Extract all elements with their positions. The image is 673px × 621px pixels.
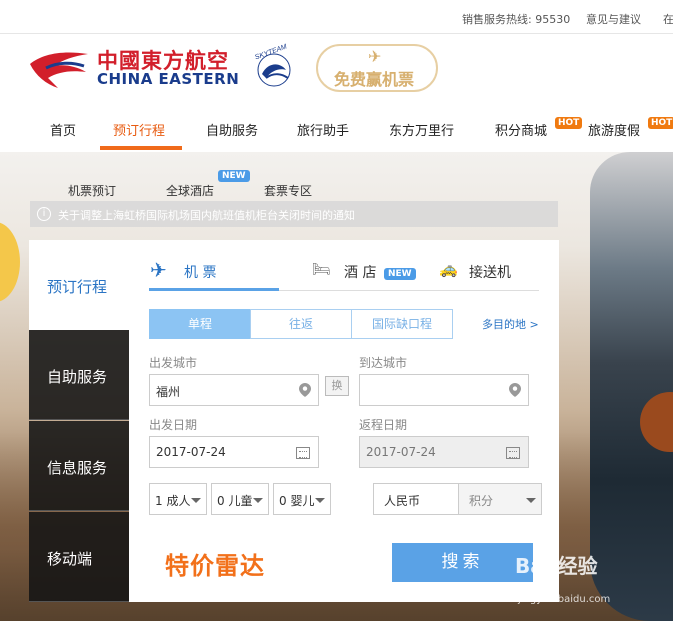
info-icon: i	[37, 207, 51, 221]
subnav-packages[interactable]: 套票专区	[264, 182, 312, 199]
side-tab-label: 移动端	[47, 550, 93, 568]
currency-value: 人民币	[384, 494, 421, 508]
main-navigation: 首页 预订行程 自助服务 旅行助手 东方万里行 积分商城 HOT 旅游度假 HO…	[0, 106, 673, 152]
booking-panel: ✈ 机 票 🛏 酒 店 NEW 🚕 接送机 单程 往返 国际缺口程 多目的地 >…	[129, 240, 559, 602]
calendar-icon	[506, 447, 520, 459]
chevron-down-icon	[526, 498, 536, 503]
to-city-label: 到达城市	[359, 356, 408, 370]
side-tab-mobile[interactable]: 移动端	[29, 512, 129, 602]
trip-type-one-way[interactable]: 单程	[149, 309, 251, 339]
tab-active-indicator	[149, 288, 279, 291]
currency-cash-option[interactable]: 人民币	[373, 483, 459, 515]
nav-self-service[interactable]: 自助服务	[206, 120, 258, 139]
free-ticket-promo-badge[interactable]: ✈ 免费赢机票	[316, 44, 438, 92]
side-tab-booking[interactable]: 预订行程	[29, 240, 129, 330]
skyteam-wordmark: SKYTEAM	[254, 43, 288, 61]
side-tab-info-service[interactable]: 信息服务	[29, 421, 129, 511]
children-select[interactable]: 0 儿童	[211, 483, 269, 515]
nav-active-indicator	[100, 146, 182, 150]
airplane-icon: ✈	[150, 258, 167, 282]
nav-points-mall[interactable]: 积分商城 HOT	[495, 117, 583, 139]
china-eastern-bird-logo-icon[interactable]	[28, 44, 90, 90]
tab-transfer-label: 接送机	[469, 265, 511, 281]
nav-booking[interactable]: 预订行程	[113, 120, 165, 139]
side-tab-self-service[interactable]: 自助服务	[29, 330, 129, 420]
notice-text: 关于调整上海虹桥国际机场国内航班值机柜台关闭时间的通知	[58, 209, 355, 222]
trip-type-open-jaw[interactable]: 国际缺口程	[351, 309, 453, 339]
topbar-more-link[interactable]: 在	[663, 11, 673, 27]
swap-cities-button[interactable]: 换	[325, 376, 349, 396]
depart-date-input[interactable]: 2017-07-24	[149, 436, 319, 468]
from-city-value: 福州	[156, 385, 181, 399]
tab-flights-label: 机 票	[184, 265, 217, 281]
return-date-label: 返程日期	[359, 418, 408, 432]
multi-destination-link[interactable]: 多目的地 >	[482, 316, 539, 332]
brand-header: 中國東方航空 CHINA EASTERN SKYTEAM ✈ 免费赢机票	[28, 40, 448, 96]
tab-transfer[interactable]: 🚕 接送机	[439, 260, 511, 282]
chevron-down-icon	[253, 498, 263, 503]
hot-badge: HOT	[648, 117, 673, 129]
return-date-value: 2017-07-24	[366, 445, 436, 459]
tab-flights[interactable]: ✈ 机 票	[150, 258, 217, 282]
special-fare-radar-link[interactable]: 特价雷达	[165, 546, 265, 581]
feedback-link[interactable]: 意见与建议	[586, 11, 641, 27]
hot-badge: HOT	[555, 117, 583, 129]
return-date-input[interactable]: 2017-07-24	[359, 436, 529, 468]
children-value: 0 儿童	[217, 494, 253, 508]
calendar-icon	[296, 447, 310, 459]
from-city-label: 出发城市	[149, 356, 198, 370]
side-tab-label: 信息服务	[47, 459, 108, 477]
nav-travel-assistant[interactable]: 旅行助手	[297, 120, 349, 139]
bed-icon: 🛏	[312, 260, 332, 278]
subnav-flight-booking[interactable]: 机票预订	[68, 182, 116, 199]
adults-select[interactable]: 1 成人	[149, 483, 207, 515]
trip-type-round-trip[interactable]: 往返	[250, 309, 352, 339]
infants-select[interactable]: 0 婴儿	[273, 483, 331, 515]
depart-date-label: 出发日期	[149, 418, 198, 432]
nav-vacation[interactable]: 旅游度假 HOT	[588, 117, 673, 139]
side-tab-label: 预订行程	[47, 278, 108, 296]
infants-value: 0 婴儿	[279, 494, 315, 508]
subnav-global-hotels[interactable]: 全球酒店	[166, 182, 214, 199]
chevron-down-icon	[191, 498, 201, 503]
points-value: 积分	[469, 494, 494, 508]
search-button[interactable]: 搜索	[392, 543, 533, 582]
chevron-down-icon	[315, 498, 325, 503]
depart-date-value: 2017-07-24	[156, 445, 226, 459]
adults-value: 1 成人	[155, 494, 191, 508]
nav-eastern-miles[interactable]: 东方万里行	[389, 120, 454, 139]
currency-points-select[interactable]: 积分	[458, 483, 542, 515]
airplane-icon: ✈	[368, 47, 382, 66]
side-tab-label: 自助服务	[47, 368, 108, 386]
new-badge: NEW	[218, 170, 250, 182]
new-badge: NEW	[384, 268, 416, 280]
sales-hotline: 销售服务热线: 95530	[462, 13, 571, 26]
car-icon: 🚕	[439, 260, 458, 278]
nav-home[interactable]: 首页	[50, 120, 76, 139]
nav-points-mall-label: 积分商城	[495, 124, 548, 139]
brand-name-english: CHINA EASTERN	[97, 70, 240, 88]
baidu-watermark: Bai 经验	[515, 554, 598, 578]
location-pin-icon	[509, 383, 521, 397]
from-city-input[interactable]: 福州	[149, 374, 319, 406]
promo-label: 免费赢机票	[334, 70, 415, 89]
nav-vacation-label: 旅游度假	[588, 124, 641, 139]
decorative-badge	[0, 222, 20, 302]
top-utility-bar: 销售服务热线: 95530 意见与建议 在	[0, 0, 673, 34]
notice-bar[interactable]: i 关于调整上海虹桥国际机场国内航班值机柜台关闭时间的通知	[30, 201, 558, 227]
skyteam-logo-icon: SKYTEAM	[254, 43, 291, 87]
location-pin-icon	[299, 383, 311, 397]
baidu-watermark-url: jingyan.baidu.com	[518, 594, 611, 605]
to-city-input[interactable]	[359, 374, 529, 406]
basketball-player-figure	[590, 152, 673, 621]
tab-hotels-label: 酒 店	[344, 265, 377, 281]
tab-hotels[interactable]: 🛏 酒 店	[312, 260, 377, 282]
